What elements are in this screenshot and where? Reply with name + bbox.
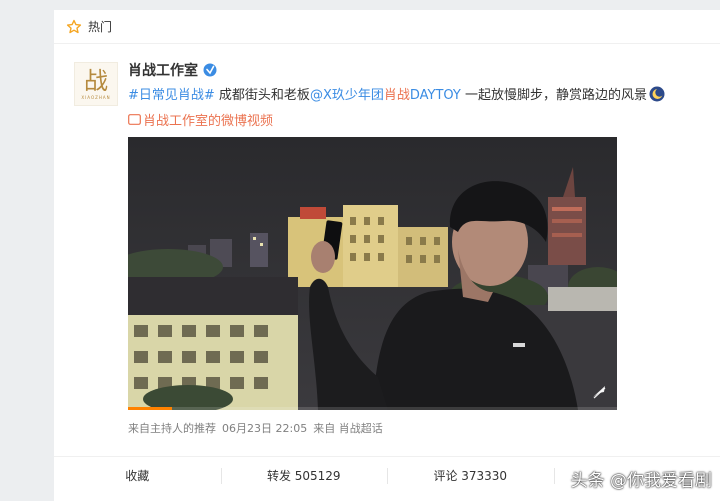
post-time[interactable]: 06月23日 22:05 <box>222 420 307 436</box>
avatar[interactable]: 战 XIAOZHAN <box>74 62 118 106</box>
post-text-1: 成都街头和老板 <box>214 88 310 103</box>
avatar-glyph: 战 <box>84 66 108 95</box>
repost-button[interactable]: 转发 505129 <box>220 466 388 486</box>
hot-label: 热门 <box>88 20 113 34</box>
mention-highlight[interactable]: 肖战 <box>384 88 410 103</box>
post-text-2: 一起放慢脚步，静赏路边的风景 <box>460 88 648 103</box>
star-icon <box>66 19 82 33</box>
author-name-text[interactable]: 肖战工作室 <box>128 60 198 80</box>
post-meta: 来自主持人的推荐 06月23日 22:05 来自 肖战超话 <box>128 420 383 436</box>
video-frame <box>128 137 617 410</box>
hot-header: 热门 <box>54 10 720 44</box>
video-link-text[interactable]: 肖战工作室的微博视频 <box>143 110 273 129</box>
verified-icon <box>203 63 217 77</box>
moon-emoji-icon <box>649 86 665 102</box>
video-player[interactable] <box>128 137 617 410</box>
video-source-link[interactable]: 肖战工作室的微博视频 <box>128 110 273 129</box>
mention-link[interactable]: @X玖少年团 <box>310 88 384 103</box>
weibo-post-card: 热门 战 XIAOZHAN 肖战工作室 #日常见肖战# 成都街头和老板@X玖少年… <box>54 10 720 501</box>
topic-link[interactable]: #日常见肖战# <box>128 88 215 103</box>
post-text: #日常见肖战# 成都街头和老板@X玖少年团肖战DAYTOY 一起放慢脚步，静赏路… <box>128 86 713 106</box>
video-progress-bar[interactable] <box>128 407 617 410</box>
collect-button[interactable]: 收藏 <box>54 466 221 486</box>
mention-tail[interactable]: DAYTOY <box>410 88 461 103</box>
comment-button[interactable]: 评论 373330 <box>387 466 554 486</box>
post-source[interactable]: 来自主持人的推荐 <box>128 420 216 436</box>
watermark: 头条 @你我爱看剧 <box>570 471 712 491</box>
post-from[interactable]: 来自 肖战超话 <box>313 420 383 436</box>
video-settings-icon[interactable] <box>591 384 607 400</box>
avatar-subtext: XIAOZHAN <box>81 94 111 100</box>
author-name[interactable]: 肖战工作室 <box>128 60 217 80</box>
video-progress-fill <box>128 407 172 410</box>
video-link-icon <box>128 114 141 125</box>
